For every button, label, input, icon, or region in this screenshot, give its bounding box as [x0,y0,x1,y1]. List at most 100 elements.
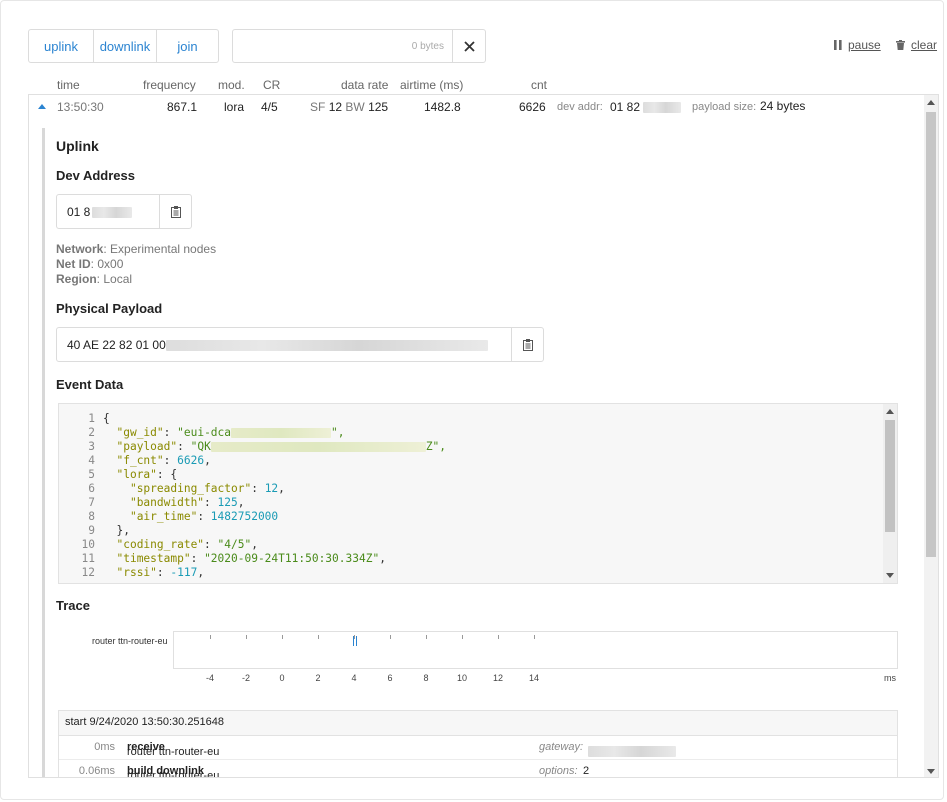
line-number: 12 [81,566,95,579]
dev-address-value[interactable]: 01 8 [57,205,159,219]
byte-count: 0 bytes [411,40,444,52]
trace-start: start 9/24/2020 13:50:30.251648 [59,711,897,736]
detail-scrollbar[interactable] [924,95,938,777]
redacted-block [588,746,676,757]
close-icon [463,40,475,52]
json-number: 6626 [177,454,205,467]
redacted-block [92,206,133,218]
trace-event: router ttn-router-eu receive [127,741,219,758]
trace-tick-mark [354,635,355,639]
region-value: : Local [96,272,133,286]
network-info: Network: Experimental nodes Net ID: 0x00… [56,242,216,287]
editor-scrollbar-thumb[interactable] [885,420,895,532]
event-data-heading: Event Data [56,377,124,392]
brace: : { [156,468,178,481]
trace-tick-mark [246,635,247,639]
json-key: "timestamp" [116,552,191,565]
code-line: { [103,412,110,425]
message-cnt: 6626 [519,100,546,114]
copy-payload-button[interactable] [511,328,543,361]
physical-payload-value[interactable]: 40 AE 22 82 01 00 [57,338,511,352]
clear-filter-button[interactable] [452,30,485,62]
dev-address-text: 01 8 [67,204,91,219]
line-number: 1 [88,412,95,425]
trace-tick-label: -4 [205,673,214,683]
brace: { [103,412,110,425]
message-data-rate: SF 12 BW 125 [310,100,388,114]
scroll-up-icon [927,100,935,105]
line-number: 4 [88,454,95,467]
message-modulation: lora [224,100,245,114]
message-coding-rate: 4/5 [261,100,278,114]
line-number: 5 [88,468,95,481]
trace-tick-label: 12 [492,673,503,683]
trace-tick-label: 8 [423,673,429,683]
json-string: "2020-09-24T11:50:30.334Z" [204,552,380,565]
clear-button[interactable]: clear [896,38,937,52]
line-number: 8 [88,510,95,523]
code-line: "lora": { [103,468,177,481]
pause-icon [834,40,842,50]
json-string: "4/5" [217,538,252,551]
trace-tick-label: -2 [241,673,250,683]
pause-button[interactable]: pause [834,38,881,52]
dev-addr-value: 01 82 [610,100,682,114]
table-row: 0ms router ttn-router-eu receive gateway… [59,736,897,760]
json-key: "air_time" [129,510,198,523]
trace-tick-mark [534,635,535,639]
line-number: 6 [88,482,95,495]
json-key: "coding_rate" [116,538,205,551]
code-line: "f_cnt": 6626, [116,454,211,467]
column-data-rate: data rate [341,78,389,92]
column-time: time [57,78,80,92]
line-number: 9 [88,524,95,537]
code-line: "rssi": -117, [116,566,205,579]
trace-tick-mark [462,635,463,639]
clipboard-icon [170,205,181,218]
trace-tick-mark [210,635,211,639]
uplink-filter-button[interactable]: uplink [29,30,93,62]
trace-service: router ttn-router-eu [127,746,220,758]
scroll-down-icon [886,573,894,578]
physical-payload-heading: Physical Payload [56,301,163,316]
column-coding-rate: CR [263,78,281,92]
scroll-up-icon [886,409,894,414]
netid-value: : 0x00 [90,257,124,271]
column-airtime: airtime (ms) [400,78,464,92]
code-line: "payload": "QK Z", [116,440,447,453]
bw-value: 125 [368,100,389,114]
code-line: "gw_id": "eui-dca ", [116,426,345,439]
trace-axis-unit: ms [884,673,896,683]
trace-tick-mark [318,635,319,639]
trace-event-mark[interactable] [356,636,357,646]
editor-scrollbar[interactable] [883,404,897,583]
clipboard-icon [522,338,533,351]
join-filter-button[interactable]: join [156,30,218,62]
trace-tick-label: 14 [528,673,539,683]
trace-service: router ttn-router-eu [127,770,220,778]
message-time: 13:50:30 [57,100,104,114]
trace-key: gateway: [539,741,584,753]
payload-filter: 0 bytes [232,29,486,63]
copy-dev-address-button[interactable] [159,195,191,228]
trace-tick-label: 10 [456,673,467,683]
redacted-block [231,428,332,438]
message-airtime: 1482.8 [424,100,461,114]
json-string: "eui-dca [177,426,232,439]
json-key: "rssi" [116,566,157,579]
network-value: : Experimental nodes [103,242,217,256]
trace-tick-mark [498,635,499,639]
line-number: 3 [88,440,95,453]
downlink-filter-button[interactable]: downlink [93,30,156,62]
message-detail-panel: 13:50:30 867.1 lora 4/5 SF 12 BW 125 148… [28,94,939,778]
scrollbar-thumb[interactable] [926,112,936,557]
trace-heading: Trace [56,598,90,613]
payload-filter-input[interactable] [233,30,412,62]
trace-tick-mark [390,635,391,639]
message-type-filter: uplink downlink join [28,29,219,63]
dev-addr-label: dev addr: [557,101,603,113]
event-data-editor[interactable]: 1 2 3 4 5 6 7 8 9 10 11 12 { "gw_id": "e… [58,403,898,584]
column-modulation: mod. [218,78,245,92]
json-number: -117 [170,566,198,579]
collapse-row-icon[interactable] [38,104,46,109]
